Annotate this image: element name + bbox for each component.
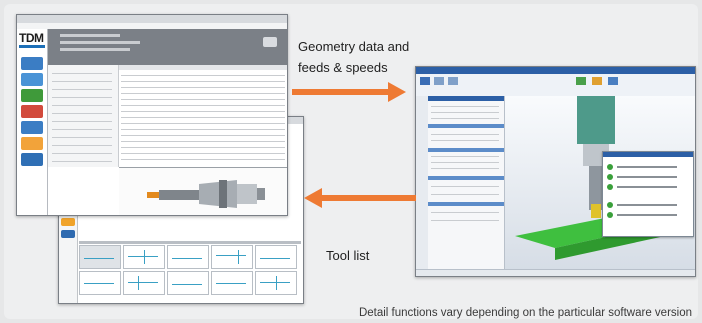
cam-software-window: [415, 66, 696, 277]
module-icon[interactable]: [21, 57, 43, 70]
arrow-left-icon: [304, 188, 416, 208]
tdm-logo-underline: [19, 45, 45, 48]
module-icon[interactable]: [21, 153, 43, 166]
tool-thumbnail[interactable]: [123, 245, 165, 269]
footnote: Detail functions vary depending on the p…: [358, 307, 692, 319]
cam-ribbon: [416, 74, 695, 97]
module-icon[interactable]: [21, 121, 43, 134]
tool-thumbnail[interactable]: [255, 245, 297, 269]
tool-thumbnail[interactable]: [79, 245, 121, 269]
tool-thumbnail-grid: [79, 245, 301, 301]
tool-thumbnail[interactable]: [79, 271, 121, 295]
tool-thumbnail[interactable]: [167, 271, 209, 295]
tdm-header-panel: [48, 29, 287, 65]
tdm-data-table: [119, 65, 287, 167]
module-icon[interactable]: [21, 89, 43, 102]
module-icon[interactable]: [21, 105, 43, 118]
tool-thumbnail[interactable]: [167, 245, 209, 269]
geometry-feeds-label: Geometry data and feeds & speeds: [298, 38, 418, 76]
geometry-label-line2: feeds & speeds: [298, 60, 388, 75]
module-icon[interactable]: [21, 137, 43, 150]
cam-status-bar: [416, 269, 695, 276]
tdm-titlebar: [17, 15, 287, 23]
tdm-form-panel: [48, 65, 119, 167]
tool-icon[interactable]: [61, 218, 75, 226]
tool-3d-viewer[interactable]: [119, 167, 287, 215]
tool-thumbnail[interactable]: [255, 271, 297, 295]
tdm-sidebar: TDM: [17, 29, 48, 215]
tool-holder-3d-icon: [147, 180, 265, 208]
cam-feeds-dialog: [602, 151, 694, 237]
tool-thumbnail[interactable]: [123, 271, 165, 295]
arrow-right-icon: [292, 82, 406, 102]
tool-icon[interactable]: [61, 230, 75, 238]
tool-thumbnail[interactable]: [211, 271, 253, 295]
tool-list-toolbar: [79, 241, 301, 244]
geometry-label-line1: Geometry data and: [298, 39, 410, 54]
tool-list-label: Tool list: [326, 248, 370, 263]
tdm-logo: TDM: [19, 31, 44, 45]
module-icon[interactable]: [21, 73, 43, 86]
cam-titlebar: [416, 67, 695, 74]
tdm-main-window: TDM: [16, 14, 288, 216]
cam-operation-panel: [428, 96, 505, 270]
tool-preview-icon: [263, 37, 277, 47]
tool-thumbnail[interactable]: [211, 245, 253, 269]
